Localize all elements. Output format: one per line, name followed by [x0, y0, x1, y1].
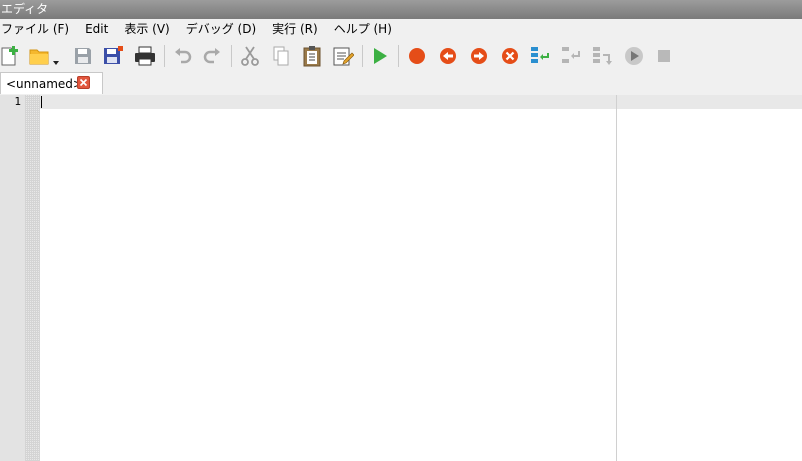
print-button[interactable] [132, 43, 158, 69]
step-back-button[interactable] [435, 43, 461, 69]
stop-button[interactable] [651, 43, 677, 69]
cut-icon [241, 46, 259, 66]
menu-edit[interactable]: Edit [85, 19, 116, 40]
step-into-icon [531, 47, 549, 63]
edit-icon [333, 47, 354, 66]
step-into-button[interactable] [527, 43, 553, 69]
new-file-icon [1, 46, 18, 66]
toolbar-separator [164, 45, 165, 67]
open-dropdown-button[interactable] [51, 43, 61, 69]
redo-icon [203, 48, 220, 64]
open-folder-icon [29, 49, 49, 65]
title-bar: エディタ [0, 0, 802, 19]
menu-run[interactable]: 実行 (R) [272, 19, 326, 40]
copy-icon [273, 46, 289, 66]
edit-button[interactable] [330, 43, 356, 69]
toolbar-separator [362, 45, 363, 67]
paste-button[interactable] [299, 43, 325, 69]
continue-icon [625, 47, 643, 65]
copy-button[interactable] [268, 43, 294, 69]
edge-guide-line [616, 95, 617, 461]
menu-file[interactable]: ファイル (F) [1, 19, 77, 40]
toolbar-separator [398, 45, 399, 67]
stop-debug-button[interactable] [497, 43, 523, 69]
toolbar-separator [231, 45, 232, 67]
line-number-gutter: 1 [0, 95, 25, 461]
save-all-icon [104, 46, 123, 64]
step-out-button[interactable] [589, 43, 615, 69]
open-folder-button[interactable] [26, 43, 52, 69]
paste-icon [303, 46, 321, 67]
tab-close-button[interactable] [77, 76, 90, 89]
code-editor[interactable]: 1 [0, 95, 802, 461]
toolbar [0, 40, 802, 72]
save-all-button[interactable] [100, 43, 126, 69]
step-out-icon [593, 47, 612, 65]
current-line-highlight [40, 95, 802, 109]
redo-button[interactable] [199, 43, 225, 69]
line-number: 1 [14, 95, 21, 108]
save-icon [75, 48, 91, 64]
tab-label: <unnamed> [6, 76, 83, 91]
new-file-button[interactable] [0, 43, 22, 69]
step-forward-button[interactable] [466, 43, 492, 69]
chevron-down-icon [53, 61, 59, 65]
menu-bar: ファイル (F) Edit 表示 (V) デバッグ (D) 実行 (R) ヘルプ… [0, 19, 802, 40]
run-icon [374, 48, 387, 64]
menu-view[interactable]: 表示 (V) [124, 19, 177, 40]
breakpoint-button[interactable] [404, 43, 430, 69]
run-button[interactable] [367, 43, 393, 69]
step-forward-icon [471, 48, 487, 64]
print-icon [135, 46, 155, 66]
window-title: エディタ [1, 2, 49, 16]
continue-button[interactable] [621, 43, 647, 69]
breakpoint-icon [409, 48, 425, 64]
menu-help[interactable]: ヘルプ (H) [334, 19, 400, 40]
cut-button[interactable] [237, 43, 263, 69]
tab-bar: <unnamed> [0, 72, 802, 95]
undo-icon [175, 48, 192, 64]
text-caret [41, 96, 42, 108]
menu-debug[interactable]: デバッグ (D) [186, 19, 264, 40]
stop-icon [658, 50, 670, 62]
step-over-icon [562, 47, 580, 63]
undo-button[interactable] [170, 43, 196, 69]
step-back-icon [440, 48, 456, 64]
close-icon [79, 78, 88, 87]
fold-margin[interactable] [25, 95, 40, 461]
save-button[interactable] [70, 43, 96, 69]
tab-unnamed[interactable]: <unnamed> [0, 72, 103, 94]
stop-debug-icon [502, 48, 518, 64]
step-over-button[interactable] [558, 43, 584, 69]
